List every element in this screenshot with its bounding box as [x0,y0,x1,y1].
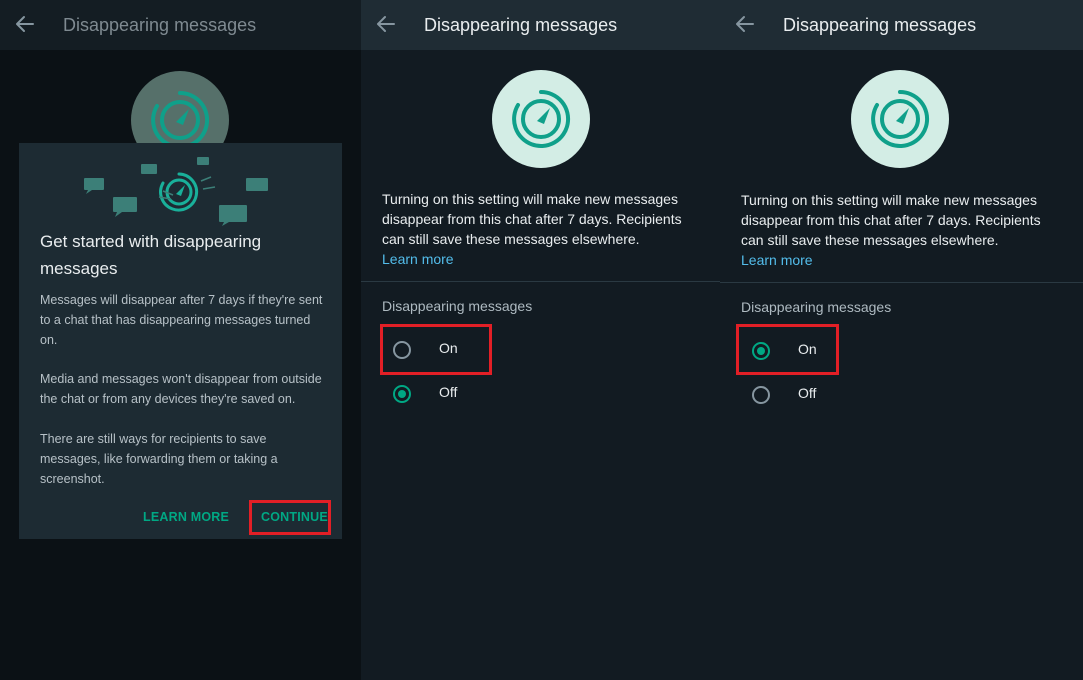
panel-settings-off: Disappearing messages Turning on this se… [361,0,720,680]
setting-description: Turning on this setting will make new me… [382,191,682,247]
arrow-left-icon[interactable] [375,13,397,35]
timer-illustration [851,70,949,168]
option-off[interactable]: Off [750,382,910,408]
chat-bubbles-timer-icon [84,157,268,226]
section-label: Disappearing messages [382,298,533,314]
arrow-left-icon[interactable] [734,13,756,35]
option-label: Off [439,384,458,400]
top-bar: Disappearing messages [0,0,361,50]
timer-icon [869,88,931,150]
learn-more-link[interactable]: Learn more [382,251,454,267]
section-label: Disappearing messages [741,299,892,315]
top-bar: Disappearing messages [720,0,1083,50]
setting-description: Turning on this setting will make new me… [741,192,1041,248]
radio-off[interactable] [393,385,411,403]
arrow-left-icon[interactable] [14,13,36,35]
timer-icon [149,89,211,151]
timer-illustration [492,70,590,168]
page-title: Disappearing messages [424,15,618,35]
dialog-paragraph: There are still ways for recipients to s… [40,432,278,486]
page-title: Disappearing messages [63,15,257,35]
highlight-box-on [380,324,492,375]
divider [720,282,1083,283]
radio-off[interactable] [752,386,770,404]
option-label: Off [798,385,817,401]
learn-more-button[interactable]: LEARN MORE [143,510,229,524]
divider [361,281,720,282]
intro-dialog: Get started with disappearing messages M… [19,143,342,539]
dialog-title: Get started with disappearing messages [40,232,262,278]
learn-more-link[interactable]: Learn more [741,252,813,268]
highlight-box-continue [249,500,331,535]
panel-intro-dialog: Disappearing messages Get started with d… [0,0,361,680]
timer-icon [510,88,572,150]
highlight-box-on [736,324,839,375]
dialog-paragraph: Messages will disappear after 7 days if … [40,293,323,347]
option-off[interactable]: Off [391,381,551,407]
dialog-paragraph: Media and messages won't disappear from … [40,372,322,406]
panel-settings-on: Disappearing messages Turning on this se… [720,0,1083,680]
page-title: Disappearing messages [783,15,977,35]
top-bar: Disappearing messages [361,0,720,50]
